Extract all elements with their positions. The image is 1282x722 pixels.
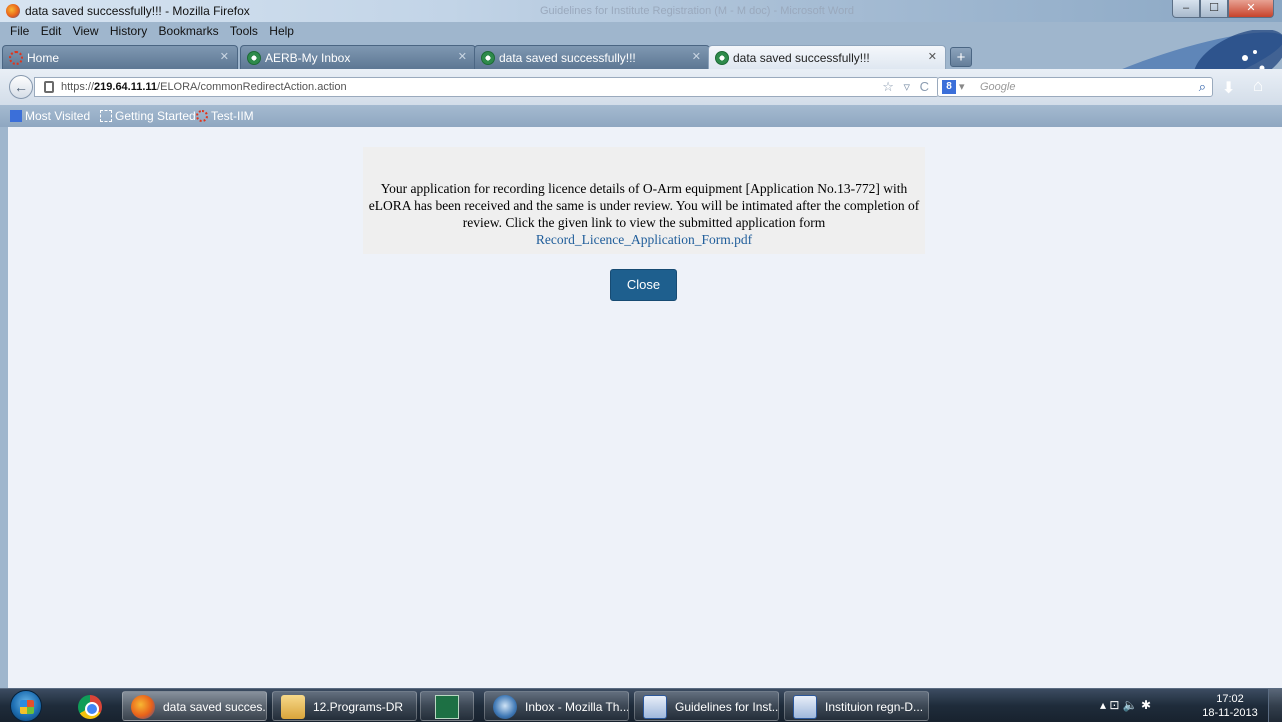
navigation-bar: ← https://219.64.11.11/ELORA/commonRedir… [0,69,1282,105]
folder-icon [281,695,305,719]
tab-close-icon[interactable]: ✕ [220,50,229,63]
taskbar: data saved succes... 12.Programs-DR Inbo… [0,688,1282,722]
close-window-button[interactable]: ✕ [1228,0,1274,18]
taskbar-item-word-guidelines[interactable]: Guidelines for Inst... [634,691,779,721]
confirmation-message-box: Your application for recording licence d… [363,147,925,254]
menu-tools[interactable]: Tools [230,24,258,38]
clock-time: 17:02 [1216,693,1244,705]
show-desktop-button[interactable] [1268,689,1282,722]
lock-icon [44,81,54,93]
menu-bookmarks[interactable]: Bookmarks [159,24,219,38]
tab-aerb-inbox[interactable]: AERB-My Inbox ✕ [240,45,476,69]
red-dotted-icon [9,51,23,65]
search-engine-icon[interactable]: 8 [942,80,956,94]
taskbar-item-label: Instituion regn-D... [825,700,924,714]
url-path: /ELORA/commonRedirectAction.action [157,81,347,93]
url-bar[interactable]: https://219.64.11.11/ELORA/commonRedirec… [34,77,939,97]
tab-strip: Home ✕ AERB-My Inbox ✕ data saved succes… [0,45,1282,69]
taskbar-item-label: Inbox - Mozilla Th... [525,700,629,714]
tab-label: Home [27,51,60,65]
url-prefix: https:// [61,81,95,93]
taskbar-item-label: Guidelines for Inst... [675,700,779,714]
bookmark-most-visited[interactable]: Most Visited [10,109,90,123]
tab-label: data saved successfully!!! [733,51,870,65]
page-icon [100,110,112,122]
search-placeholder: Google [980,81,1016,93]
red-dotted-icon [196,110,208,122]
back-button[interactable]: ← [9,75,33,99]
tab-label: AERB-My Inbox [265,51,351,65]
clock[interactable]: 17:02 18-11-2013 [1200,692,1260,720]
title-bar: data saved successfully!!! - Mozilla Fir… [0,0,1282,22]
tab-close-icon[interactable]: ✕ [928,50,937,63]
bookmark-getting-started[interactable]: Getting Started [100,109,196,123]
most-visited-icon [10,110,22,122]
taskbar-item-word-instituion[interactable]: Instituion regn-D... [784,691,929,721]
url-host: 219.64.11.11 [94,81,158,93]
tab-label: data saved successfully!!! [499,51,636,65]
bookmark-label: Test-IIM [211,109,254,123]
tab-close-icon[interactable]: ✕ [692,50,701,63]
taskbar-item-label: data saved succes... [163,700,267,714]
search-bar[interactable]: 8 ▾ Google ⌕ [937,77,1213,97]
menu-edit[interactable]: Edit [41,24,62,38]
bookmark-test-iim[interactable]: Test-IIM [196,109,254,123]
tab-close-icon[interactable]: ✕ [458,50,467,63]
tab-home[interactable]: Home ✕ [2,45,238,69]
menu-history[interactable]: History [110,24,147,38]
firefox-icon [6,4,20,18]
excel-icon [435,695,459,719]
bookmark-label: Getting Started [115,109,196,123]
home-icon[interactable]: ⌂ [1253,76,1263,96]
system-tray[interactable]: ▴ ⊡ 🔈 ✱ [1100,698,1151,712]
download-icon[interactable]: ⬇ [1222,78,1235,98]
chrome-icon[interactable] [78,695,102,719]
word-icon [643,695,667,719]
tab-data-saved-1[interactable]: data saved successfully!!! ✕ [474,45,710,69]
start-button[interactable] [10,690,42,722]
maximize-button[interactable]: ☐ [1200,0,1228,18]
menu-help[interactable]: Help [269,24,294,38]
green-globe-icon [481,51,495,65]
new-tab-button[interactable]: + [950,47,972,67]
page-content: Your application for recording licence d… [8,127,1282,688]
application-form-link[interactable]: Record_Licence_Application_Form.pdf [363,231,925,248]
windows-flag-icon [20,700,34,714]
taskbar-item-label: 12.Programs-DR [313,700,404,714]
taskbar-item-firefox[interactable]: data saved succes... [122,691,267,721]
search-icon[interactable]: ⌕ [1199,79,1206,95]
menu-file[interactable]: File [10,24,29,38]
green-globe-icon [247,51,261,65]
taskbar-item-thunderbird[interactable]: Inbox - Mozilla Th... [484,691,629,721]
minimize-button[interactable]: – [1172,0,1200,18]
background-window-title: Guidelines for Institute Registration (M… [540,5,855,17]
word-icon [793,695,817,719]
green-globe-icon [715,51,729,65]
menu-bar: File Edit View History Bookmarks Tools H… [0,24,900,42]
taskbar-item-excel[interactable] [420,691,474,721]
browser-window: data saved successfully!!! - Mozilla Fir… [0,0,1282,688]
close-button[interactable]: Close [610,269,677,301]
bookmarks-toolbar: Most Visited Getting Started Test-IIM [0,105,1282,127]
window-title: data saved successfully!!! - Mozilla Fir… [25,4,250,18]
bookmark-star-icon[interactable]: ☆ ▿ C [882,79,932,95]
bookmark-label: Most Visited [25,109,91,123]
tab-data-saved-2[interactable]: data saved successfully!!! ✕ [708,45,946,69]
thunderbird-icon [493,695,517,719]
menu-view[interactable]: View [73,24,99,38]
taskbar-item-folder[interactable]: 12.Programs-DR [272,691,417,721]
search-engine-dropdown-icon[interactable]: ▾ [959,80,965,93]
confirmation-message: Your application for recording licence d… [368,181,920,230]
clock-date: 18-11-2013 [1202,707,1258,719]
window-controls: – ☐ ✕ [1172,0,1274,18]
firefox-icon [131,695,155,719]
